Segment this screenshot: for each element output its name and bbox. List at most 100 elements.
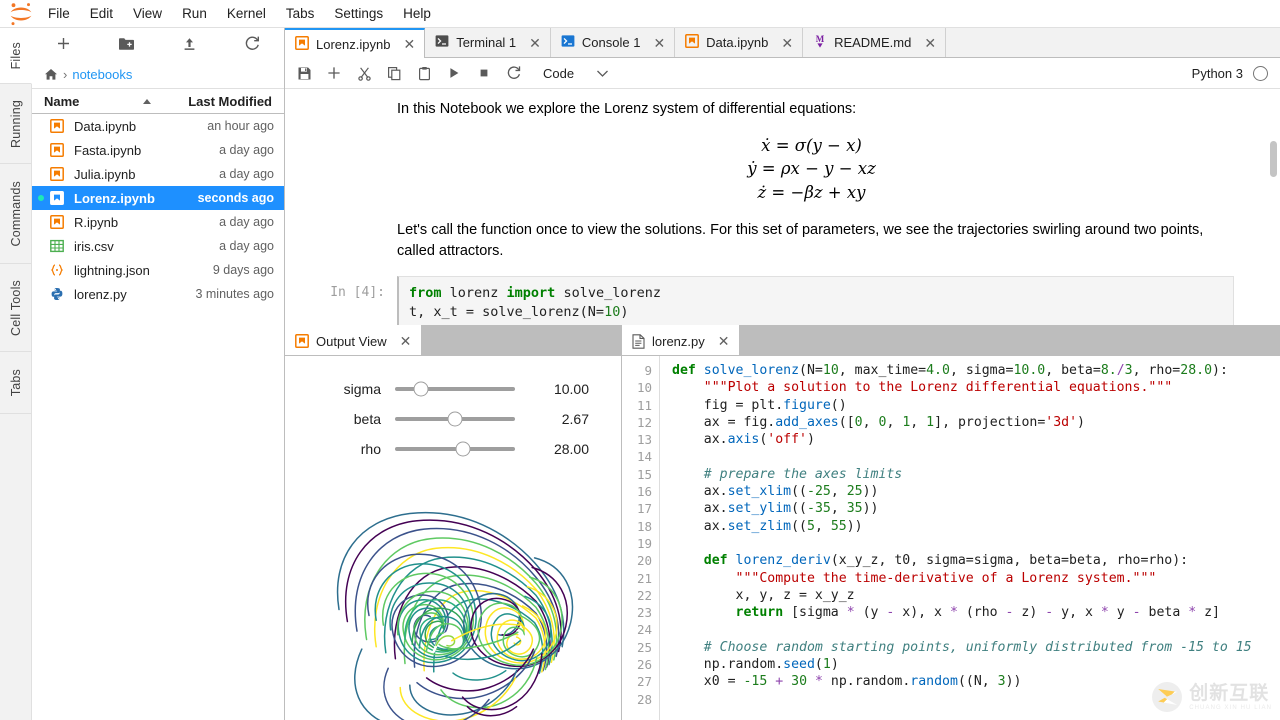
slider-track[interactable] (395, 381, 515, 397)
file-list-item[interactable]: Fasta.ipynb a day ago (32, 138, 284, 162)
slider-track[interactable] (395, 441, 515, 457)
main-tab[interactable]: Lorenz.ipynb ✕ (285, 28, 426, 58)
menu-run[interactable]: Run (172, 1, 217, 27)
column-header-name-label: Name (44, 93, 80, 109)
file-name: Fasta.ipynb (74, 142, 142, 158)
file-list-item[interactable]: lorenz.py 3 minutes ago (32, 282, 284, 306)
new-launcher-button[interactable] (32, 28, 95, 60)
menu-tabs[interactable]: Tabs (276, 1, 325, 27)
file-list-item[interactable]: iris.csv a day ago (32, 234, 284, 258)
slider-row[interactable]: beta 2.67 (285, 404, 621, 434)
kernel-name[interactable]: Python 3 (1192, 66, 1243, 81)
main-tab[interactable]: Data.ipynb ✕ (675, 28, 804, 57)
file-modified: a day ago (219, 215, 274, 229)
close-icon[interactable]: ✕ (403, 37, 415, 51)
running-indicator-dot (38, 291, 44, 297)
running-indicator-dot (38, 123, 44, 129)
output-view-content: sigma 10.00 beta 2.67 rho 28.00 (285, 356, 621, 720)
equation-x: ẋ = σ(y − x) (761, 136, 862, 156)
code-editor[interactable]: 9 10 11 12 13 14 15 16 17 18 19 20 21 22 23 24 25 26 27 28 … (622, 356, 1280, 720)
line-number-gutter: 9 10 11 12 13 14 15 16 17 18 19 20 21 22 23 24 25 26 27 28 (622, 356, 660, 720)
slider-label: rho (360, 441, 381, 457)
markdown-cell[interactable]: In this Notebook we explore the Lorenz s… (285, 99, 1256, 262)
slider-handle[interactable] (447, 411, 463, 427)
slider-row[interactable]: sigma 10.00 (285, 374, 621, 404)
stop-button[interactable] (469, 59, 499, 87)
close-icon[interactable]: ✕ (529, 36, 541, 50)
breadcrumb-path[interactable]: notebooks (72, 67, 132, 82)
line-number: 14 (636, 449, 652, 465)
cell-type-dropdown[interactable]: Code (543, 66, 609, 81)
menu-file[interactable]: File (38, 1, 80, 27)
close-icon[interactable]: ✕ (400, 334, 412, 348)
file-list-item[interactable]: R.ipynb a day ago (32, 210, 284, 234)
line-number: 25 (636, 639, 652, 655)
close-icon[interactable]: ✕ (653, 36, 665, 50)
breadcrumb[interactable]: › notebooks (32, 60, 284, 88)
sidebar-item-files[interactable]: Files (0, 28, 32, 84)
output-view-tab-bar: Output View ✕ (285, 325, 621, 356)
main-tab[interactable]: Console 1 ✕ (550, 28, 676, 57)
close-icon[interactable]: ✕ (718, 334, 730, 348)
paste-button[interactable] (409, 59, 439, 87)
tab-lorenz-py[interactable]: lorenz.py ✕ (622, 325, 740, 355)
notebook-icon (50, 215, 66, 229)
running-indicator-dot (38, 171, 44, 177)
cut-button[interactable] (349, 59, 379, 87)
restart-button[interactable] (499, 59, 529, 87)
main-tab-label: Terminal 1 (456, 35, 517, 50)
close-icon[interactable]: ✕ (781, 36, 793, 50)
tab-output-view[interactable]: Output View ✕ (285, 325, 422, 355)
menu-kernel[interactable]: Kernel (217, 1, 276, 27)
sidebar-item-cell-tools[interactable]: Cell Tools (0, 264, 32, 352)
file-list: Data.ipynb an hour ago Fasta.ipynb a day a… (32, 114, 284, 720)
save-button[interactable] (289, 59, 319, 87)
column-header-last-modified[interactable]: Last Modified (174, 94, 284, 109)
column-header-name[interactable]: Name (32, 94, 174, 109)
notebook-panel: In this Notebook we explore the Lorenz s… (285, 89, 1280, 325)
sidebar-item-commands[interactable]: Commands (0, 164, 32, 264)
main-tab[interactable]: M README.md ✕ (803, 28, 947, 57)
menu-view[interactable]: View (123, 1, 172, 27)
breadcrumb-separator: › (63, 66, 68, 82)
jupyterlab-window: File Edit View Run Kernel Tabs Settings … (0, 0, 1280, 720)
cell-source[interactable]: from lorenz import solve_lorenz t, x_t =… (397, 276, 1234, 325)
file-list-item[interactable]: Julia.ipynb a day ago (32, 162, 284, 186)
new-folder-button[interactable] (95, 28, 158, 60)
file-list-item[interactable]: lightning.json 9 days ago (32, 258, 284, 282)
tab-output-view-label: Output View (316, 333, 387, 349)
slider-handle[interactable] (455, 441, 471, 457)
file-text-icon (632, 333, 645, 349)
sidebar-item-tabs[interactable]: Tabs (0, 352, 32, 414)
editor-tab-bar: lorenz.py ✕ (622, 325, 1280, 356)
menu-help[interactable]: Help (393, 1, 441, 27)
file-modified: 3 minutes ago (195, 287, 274, 301)
refresh-button[interactable] (221, 28, 284, 60)
line-number: 13 (636, 432, 652, 448)
insert-cell-button[interactable] (319, 59, 349, 87)
upload-button[interactable] (158, 28, 221, 60)
slider-row[interactable]: rho 28.00 (285, 434, 621, 464)
python-icon (51, 288, 63, 300)
copy-button[interactable] (379, 59, 409, 87)
editor-source[interactable]: def solve_lorenz(N=10, max_time=4.0, sig… (660, 356, 1280, 720)
code-cell[interactable]: In [4]: from lorenz import solve_lorenz … (285, 276, 1256, 325)
file-modified: a day ago (219, 239, 274, 253)
slider-value: 10.00 (553, 381, 589, 397)
file-list-item[interactable]: Data.ipynb an hour ago (32, 114, 284, 138)
slider-value: 2.67 (561, 411, 589, 427)
kernel-status-icon[interactable] (1253, 65, 1268, 81)
menu-settings[interactable]: Settings (324, 1, 393, 27)
menu-edit[interactable]: Edit (80, 1, 123, 27)
notebook-scrollbar[interactable] (1270, 141, 1277, 177)
run-button[interactable] (439, 59, 469, 87)
slider-track[interactable] (395, 411, 515, 427)
console-icon (561, 34, 575, 51)
main-tab[interactable]: Terminal 1 ✕ (425, 28, 551, 57)
sidebar-item-running[interactable]: Running (0, 84, 32, 164)
line-number: 26 (636, 657, 652, 673)
file-list-item[interactable]: Lorenz.ipynb seconds ago (32, 186, 284, 210)
close-icon[interactable]: ✕ (924, 36, 936, 50)
slider-handle[interactable] (413, 381, 429, 397)
